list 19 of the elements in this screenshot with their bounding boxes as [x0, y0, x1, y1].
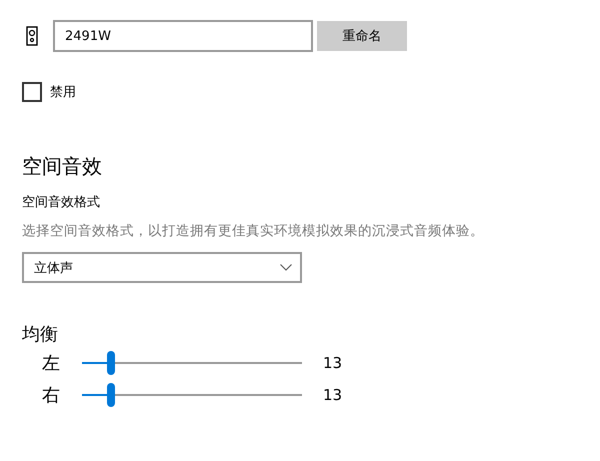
channel-label: 右	[41, 384, 61, 407]
disable-label: 禁用	[50, 84, 76, 101]
format-description: 选择空间音效格式，以打造拥有更佳真实环境模拟效果的沉浸式音频体验。	[22, 222, 484, 240]
disable-checkbox[interactable]	[22, 82, 42, 102]
format-dropdown[interactable]: 立体声	[22, 252, 302, 283]
slider-thumb[interactable]	[106, 351, 115, 375]
section-heading: 空间音效	[22, 153, 103, 180]
balance-slider[interactable]	[82, 383, 302, 407]
channel-value: 13	[323, 386, 342, 404]
speaker-icon	[26, 26, 38, 46]
channel-label: 左	[41, 352, 61, 375]
chevron-down-icon	[280, 264, 292, 271]
rename-button[interactable]: 重命名	[317, 21, 407, 51]
slider-thumb[interactable]	[106, 383, 115, 407]
balance-heading: 均衡	[22, 323, 59, 347]
channel-value: 13	[323, 354, 342, 372]
device-name-field[interactable]: 2491W	[53, 20, 313, 52]
format-label: 空间音效格式	[22, 194, 101, 212]
balance-slider[interactable]	[82, 351, 302, 375]
